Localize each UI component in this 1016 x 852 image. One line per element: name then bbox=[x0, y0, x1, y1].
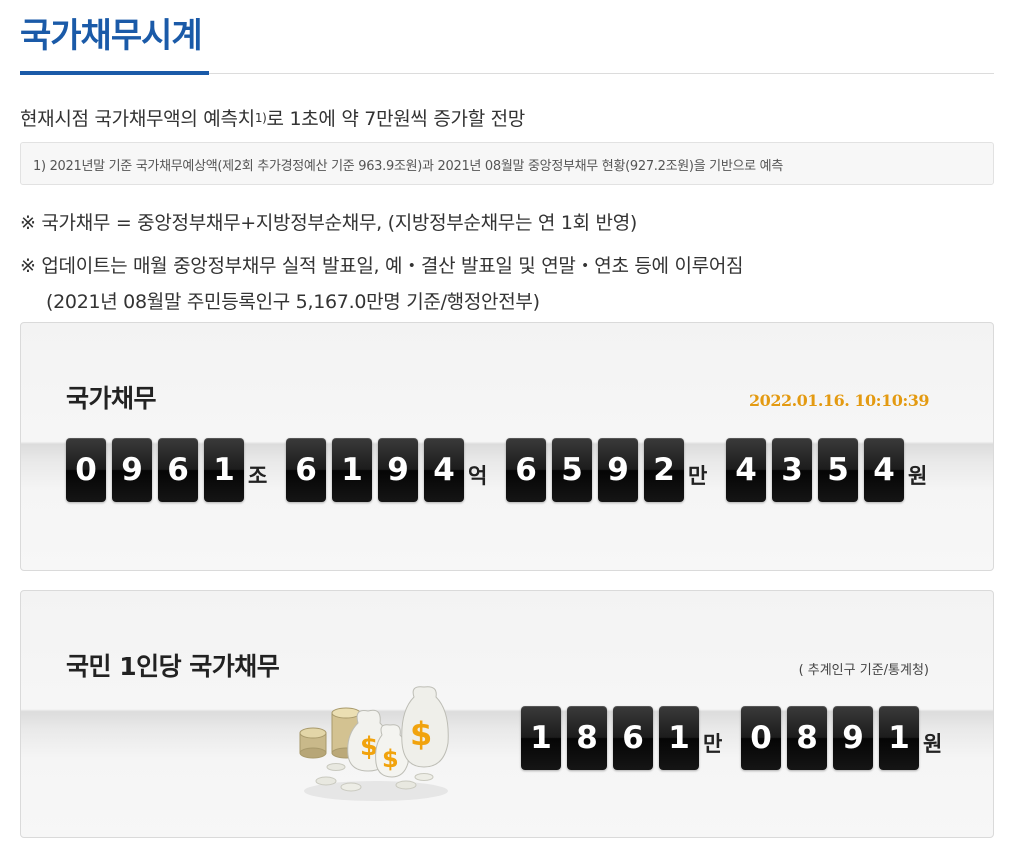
note-update-schedule: ※ 업데이트는 매월 중앙정부채무 실적 발표일, 예・결산 발표일 및 연말・… bbox=[20, 255, 744, 277]
per-capita-counter: 1861만0891원 bbox=[521, 706, 945, 770]
per-capita-title: 국민 1인당 국가채무 bbox=[66, 652, 280, 681]
counter-digit: 1 bbox=[204, 438, 244, 502]
debt-timestamp: 2022.01.16. 10:10:39 bbox=[749, 391, 929, 410]
money-bags-coins-icon: $ $ $ bbox=[299, 686, 449, 801]
page-title: 국가채무시계 bbox=[20, 16, 203, 56]
counter-digit: 9 bbox=[598, 438, 638, 502]
counter-digit: 1 bbox=[521, 706, 561, 770]
counter-digit: 4 bbox=[726, 438, 766, 502]
lead-text: 현재시점 국가채무액의 예측치1)로 1초에 약 7만원씩 증가할 전망 bbox=[20, 104, 525, 131]
footnote-box: 1) 2021년말 기준 국가채무예상액(제2회 추가경정예산 기준 963.9… bbox=[20, 142, 994, 185]
counter-digit: 5 bbox=[552, 438, 592, 502]
capita-group-만: 1861만 bbox=[521, 706, 725, 770]
counter-unit-label: 만 bbox=[703, 732, 723, 756]
svg-text:$: $ bbox=[382, 745, 399, 773]
counter-digit: 0 bbox=[66, 438, 106, 502]
lead-suffix: 로 1초에 약 7만원씩 증가할 전망 bbox=[266, 108, 526, 130]
counter-digit: 4 bbox=[864, 438, 904, 502]
counter-digit: 1 bbox=[332, 438, 372, 502]
counter-digit: 6 bbox=[286, 438, 326, 502]
counter-digit: 6 bbox=[613, 706, 653, 770]
counter-unit-label: 조 bbox=[248, 464, 268, 488]
national-debt-panel: 국가채무 2022.01.16. 10:10:39 0961조6194억6592… bbox=[20, 322, 994, 571]
title-accent-bar bbox=[20, 71, 209, 75]
counter-digit: 5 bbox=[818, 438, 858, 502]
counter-digit: 9 bbox=[833, 706, 873, 770]
capita-group-원: 0891원 bbox=[741, 706, 945, 770]
counter-digit: 0 bbox=[741, 706, 781, 770]
counter-digit: 6 bbox=[506, 438, 546, 502]
lead-prefix: 현재시점 국가채무액의 예측치 bbox=[20, 108, 255, 130]
counter-unit-label: 만 bbox=[688, 464, 708, 488]
counter-unit-label: 원 bbox=[923, 732, 943, 756]
per-capita-panel: 국민 1인당 국가채무 ( 추계인구 기준/통계청) $ $ $ 1861만08… bbox=[20, 590, 994, 838]
note-debt-definition: ※ 국가채무 = 중앙정부채무+지방정부순채무, (지방정부순채무는 연 1회 … bbox=[20, 212, 638, 234]
footnote-marker: 1) bbox=[254, 111, 267, 125]
counter-digit: 9 bbox=[112, 438, 152, 502]
counter-digit: 6 bbox=[158, 438, 198, 502]
debt-group-조: 0961조 bbox=[66, 438, 270, 502]
counter-digit: 1 bbox=[879, 706, 919, 770]
national-debt-counter: 0961조6194억6592만4354원 bbox=[66, 438, 930, 502]
counter-digit: 9 bbox=[378, 438, 418, 502]
debt-group-억: 6194억 bbox=[286, 438, 490, 502]
counter-digit: 4 bbox=[424, 438, 464, 502]
debt-group-원: 4354원 bbox=[726, 438, 930, 502]
counter-digit: 8 bbox=[787, 706, 827, 770]
counter-digit: 2 bbox=[644, 438, 684, 502]
national-debt-title: 국가채무 bbox=[66, 384, 157, 413]
debt-group-만: 6592만 bbox=[506, 438, 710, 502]
note-population-basis: (2021년 08월말 주민등록인구 5,167.0만명 기준/행정안전부) bbox=[46, 291, 540, 313]
counter-digit: 8 bbox=[567, 706, 607, 770]
svg-text:$: $ bbox=[410, 715, 432, 753]
counter-digit: 3 bbox=[772, 438, 812, 502]
counter-digit: 1 bbox=[659, 706, 699, 770]
counter-unit-label: 원 bbox=[908, 464, 928, 488]
counter-unit-label: 억 bbox=[468, 464, 488, 488]
population-basis-note: ( 추계인구 기준/통계청) bbox=[798, 663, 929, 678]
